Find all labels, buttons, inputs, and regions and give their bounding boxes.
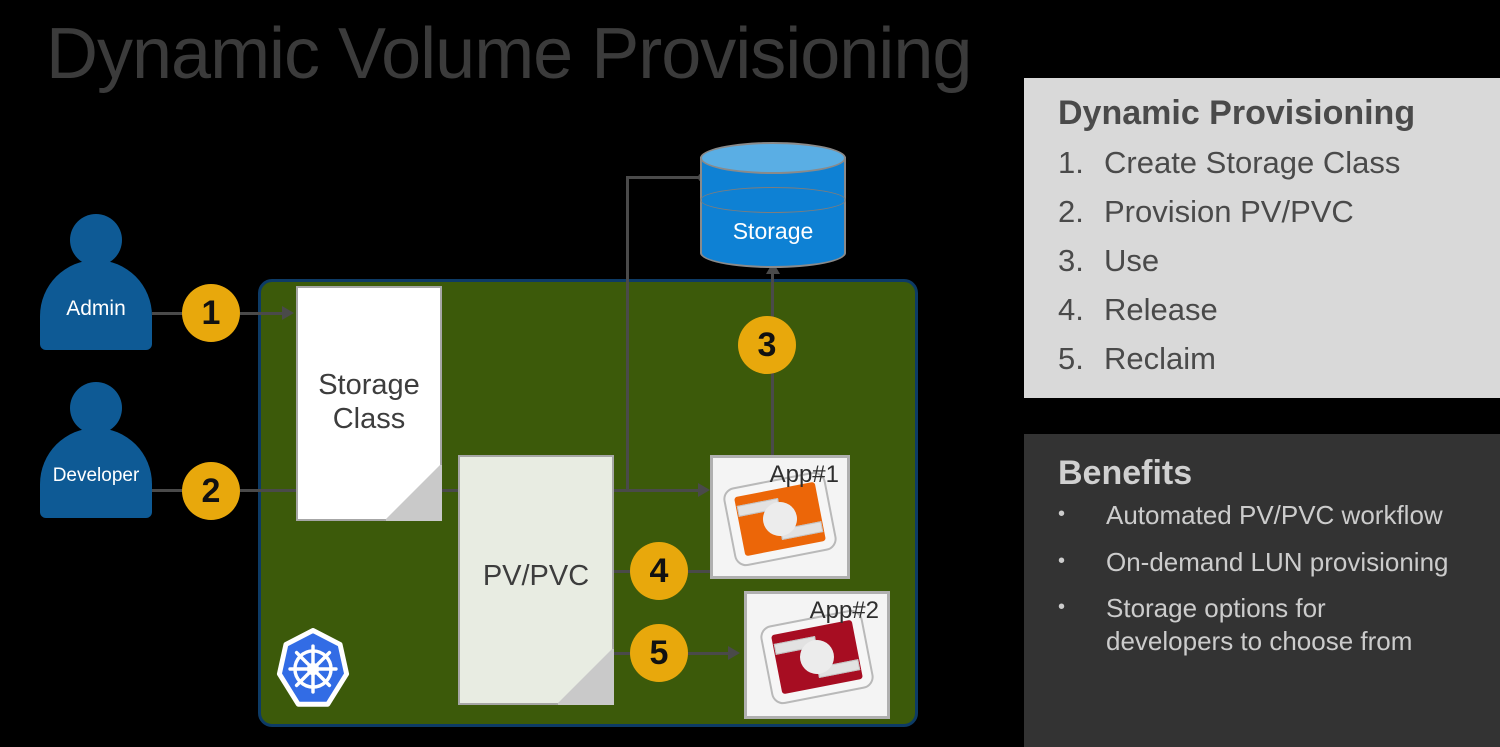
persona-developer-label: Developer: [52, 465, 140, 486]
list-item: • Storage options for developers to choo…: [1058, 592, 1500, 657]
bullet-icon: •: [1058, 549, 1066, 572]
list-text: Automated PV/PVC workflow: [1106, 500, 1443, 531]
list-text: Create Storage Class: [1104, 145, 1401, 181]
page-fold-corner-icon: [556, 647, 614, 705]
connector-horizontal-to-storage: [626, 176, 704, 179]
persona-head-icon: [70, 214, 122, 266]
arrowhead-app1: [698, 483, 710, 497]
list-item: 1. Create Storage Class: [1058, 139, 1500, 188]
list-text: Reclaim: [1104, 340, 1216, 376]
dynamic-provisioning-steps-list: 1. Create Storage Class 2. Provision PV/…: [1058, 139, 1500, 384]
list-item: 5. Reclaim: [1058, 335, 1500, 384]
list-marker: 1.: [1058, 145, 1084, 181]
persona-admin-label: Admin: [66, 297, 126, 320]
panel-benefits: Benefits • Automated PV/PVC workflow • O…: [1024, 434, 1500, 747]
step-badge-1[interactable]: 1: [182, 284, 240, 342]
step-badge-4[interactable]: 4: [630, 542, 688, 600]
document-pv-pvc-label: PV/PVC: [482, 560, 590, 592]
persona-developer[interactable]: Developer: [40, 382, 152, 518]
persona-head-icon: [70, 382, 122, 434]
page-title: Dynamic Volume Provisioning: [46, 14, 972, 94]
panel-benefits-heading: Benefits: [1058, 454, 1193, 492]
persona-admin[interactable]: Admin: [40, 214, 152, 350]
list-item: 2. Provision PV/PVC: [1058, 188, 1500, 237]
document-storage-class-label: Storage Class: [318, 369, 420, 436]
step-badge-3[interactable]: 3: [738, 316, 796, 374]
list-item: • On-demand LUN provisioning: [1058, 546, 1500, 579]
app-box-app1[interactable]: App#1: [710, 455, 850, 579]
arrowhead-storageclass: [282, 306, 294, 320]
benefits-list: • Automated PV/PVC workflow • On-demand …: [1058, 499, 1500, 657]
list-text: Release: [1104, 292, 1218, 327]
list-marker: 5.: [1058, 340, 1084, 376]
connector-vertical-to-storage: [626, 176, 629, 491]
list-item: • Automated PV/PVC workflow: [1058, 499, 1500, 532]
cylinder-top-ellipse: [700, 142, 846, 174]
bullet-icon: •: [1058, 596, 1066, 619]
storage-label: Storage: [732, 218, 814, 244]
app-box-app2[interactable]: App#2: [744, 591, 890, 719]
cylinder-divider-ring: [700, 187, 846, 213]
connector-step5-to-app2: [686, 652, 732, 655]
list-text: Provision PV/PVC: [1104, 194, 1354, 230]
list-text: Use: [1104, 243, 1160, 279]
storage-cylinder[interactable]: Storage: [700, 142, 846, 268]
list-item: 3. Use: [1058, 237, 1500, 286]
list-text: Storage options for developers to choose…: [1106, 593, 1413, 656]
app2-label: App#2: [809, 597, 879, 624]
bullet-icon: •: [1058, 503, 1066, 526]
step-badge-5[interactable]: 5: [630, 624, 688, 682]
app1-label: App#1: [769, 461, 839, 488]
document-pv-pvc[interactable]: PV/PVC: [458, 455, 614, 705]
list-text: On-demand LUN provisioning: [1106, 546, 1449, 577]
panel-dynamic-provisioning: Dynamic Provisioning 1. Create Storage C…: [1024, 78, 1500, 398]
kubernetes-logo-icon: [272, 628, 354, 710]
page-fold-corner-icon: [384, 463, 442, 521]
step-badge-2[interactable]: 2: [182, 462, 240, 520]
panel-dynamic-heading: Dynamic Provisioning: [1058, 94, 1416, 132]
list-marker: 3.: [1058, 243, 1084, 279]
list-item: 4. Release: [1058, 286, 1500, 335]
arrowhead-app2: [728, 646, 740, 660]
list-marker: 2.: [1058, 194, 1084, 230]
list-marker: 4.: [1058, 292, 1084, 327]
document-storage-class[interactable]: Storage Class: [296, 286, 442, 521]
